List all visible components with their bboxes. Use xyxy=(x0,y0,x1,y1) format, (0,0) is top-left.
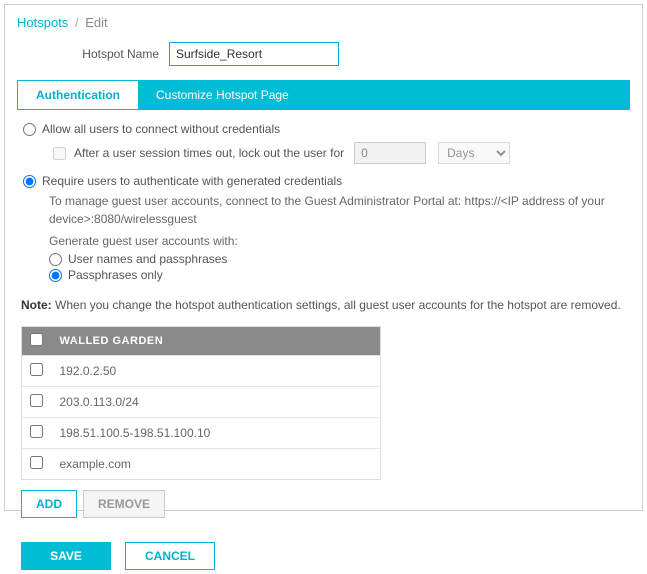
userpass-label: User names and passphrases xyxy=(68,252,227,266)
row-value: example.com xyxy=(52,449,381,480)
footer-buttons: SAVE CANCEL xyxy=(21,542,626,570)
allow-all-radio[interactable] xyxy=(23,123,36,136)
userpass-radio[interactable] xyxy=(49,253,62,266)
tab-strip: Authentication Customize Hotspot Page xyxy=(17,80,630,110)
allow-all-row: Allow all users to connect without crede… xyxy=(21,122,626,136)
breadcrumb-current: Edit xyxy=(85,15,107,30)
hotspot-name-label: Hotspot Name xyxy=(75,47,169,61)
allow-all-label: Allow all users to connect without crede… xyxy=(42,122,280,136)
table-buttons: ADD REMOVE xyxy=(21,490,626,518)
cancel-button[interactable]: CANCEL xyxy=(125,542,215,570)
row-checkbox[interactable] xyxy=(30,394,43,407)
lockout-row: After a user session times out, lock out… xyxy=(49,142,626,164)
page-frame: Hotspots / Edit Hotspot Name Authenticat… xyxy=(4,4,643,511)
table-row: 203.0.113.0/24 xyxy=(22,387,381,418)
add-button[interactable]: ADD xyxy=(21,490,77,518)
passonly-radio[interactable] xyxy=(49,269,62,282)
generate-text: Generate guest user accounts with: xyxy=(49,232,626,250)
hotspot-name-row: Hotspot Name xyxy=(17,42,630,66)
breadcrumb: Hotspots / Edit xyxy=(17,15,630,30)
save-button[interactable]: SAVE xyxy=(21,542,111,570)
remove-button[interactable]: REMOVE xyxy=(83,490,165,518)
lockout-checkbox[interactable] xyxy=(53,147,66,160)
require-auth-label: Require users to authenticate with gener… xyxy=(42,174,342,188)
require-auth-row: Require users to authenticate with gener… xyxy=(21,174,626,188)
passonly-row: Passphrases only xyxy=(49,268,626,282)
tab-customize-hotspot[interactable]: Customize Hotspot Page xyxy=(138,81,307,109)
row-checkbox[interactable] xyxy=(30,363,43,376)
require-auth-radio[interactable] xyxy=(23,175,36,188)
table-header-checkbox-cell xyxy=(22,327,52,356)
lockout-label: After a user session times out, lock out… xyxy=(74,146,344,160)
breadcrumb-root[interactable]: Hotspots xyxy=(17,15,68,30)
hotspot-name-input[interactable] xyxy=(169,42,339,66)
row-value: 192.0.2.50 xyxy=(52,356,381,387)
manage-text: To manage guest user accounts, connect t… xyxy=(49,192,626,228)
row-value: 203.0.113.0/24 xyxy=(52,387,381,418)
row-value: 198.51.100.5-198.51.100.10 xyxy=(52,418,381,449)
row-checkbox[interactable] xyxy=(30,425,43,438)
select-all-checkbox[interactable] xyxy=(30,333,43,346)
userpass-row: User names and passphrases xyxy=(49,252,626,266)
table-row: example.com xyxy=(22,449,381,480)
row-checkbox[interactable] xyxy=(30,456,43,469)
note-text: Note: When you change the hotspot authen… xyxy=(21,298,626,312)
auth-panel: Allow all users to connect without crede… xyxy=(17,110,630,574)
table-header-label: WALLED GARDEN xyxy=(52,327,381,356)
tab-authentication[interactable]: Authentication xyxy=(18,80,138,109)
lockout-unit-select[interactable]: Days xyxy=(438,142,510,164)
table-row: 198.51.100.5-198.51.100.10 xyxy=(22,418,381,449)
walled-garden-table: WALLED GARDEN 192.0.2.50 203.0.113.0/24 … xyxy=(21,326,381,480)
passonly-label: Passphrases only xyxy=(68,268,163,282)
lockout-value-input[interactable] xyxy=(354,142,426,164)
breadcrumb-separator: / xyxy=(75,15,79,30)
table-row: 192.0.2.50 xyxy=(22,356,381,387)
